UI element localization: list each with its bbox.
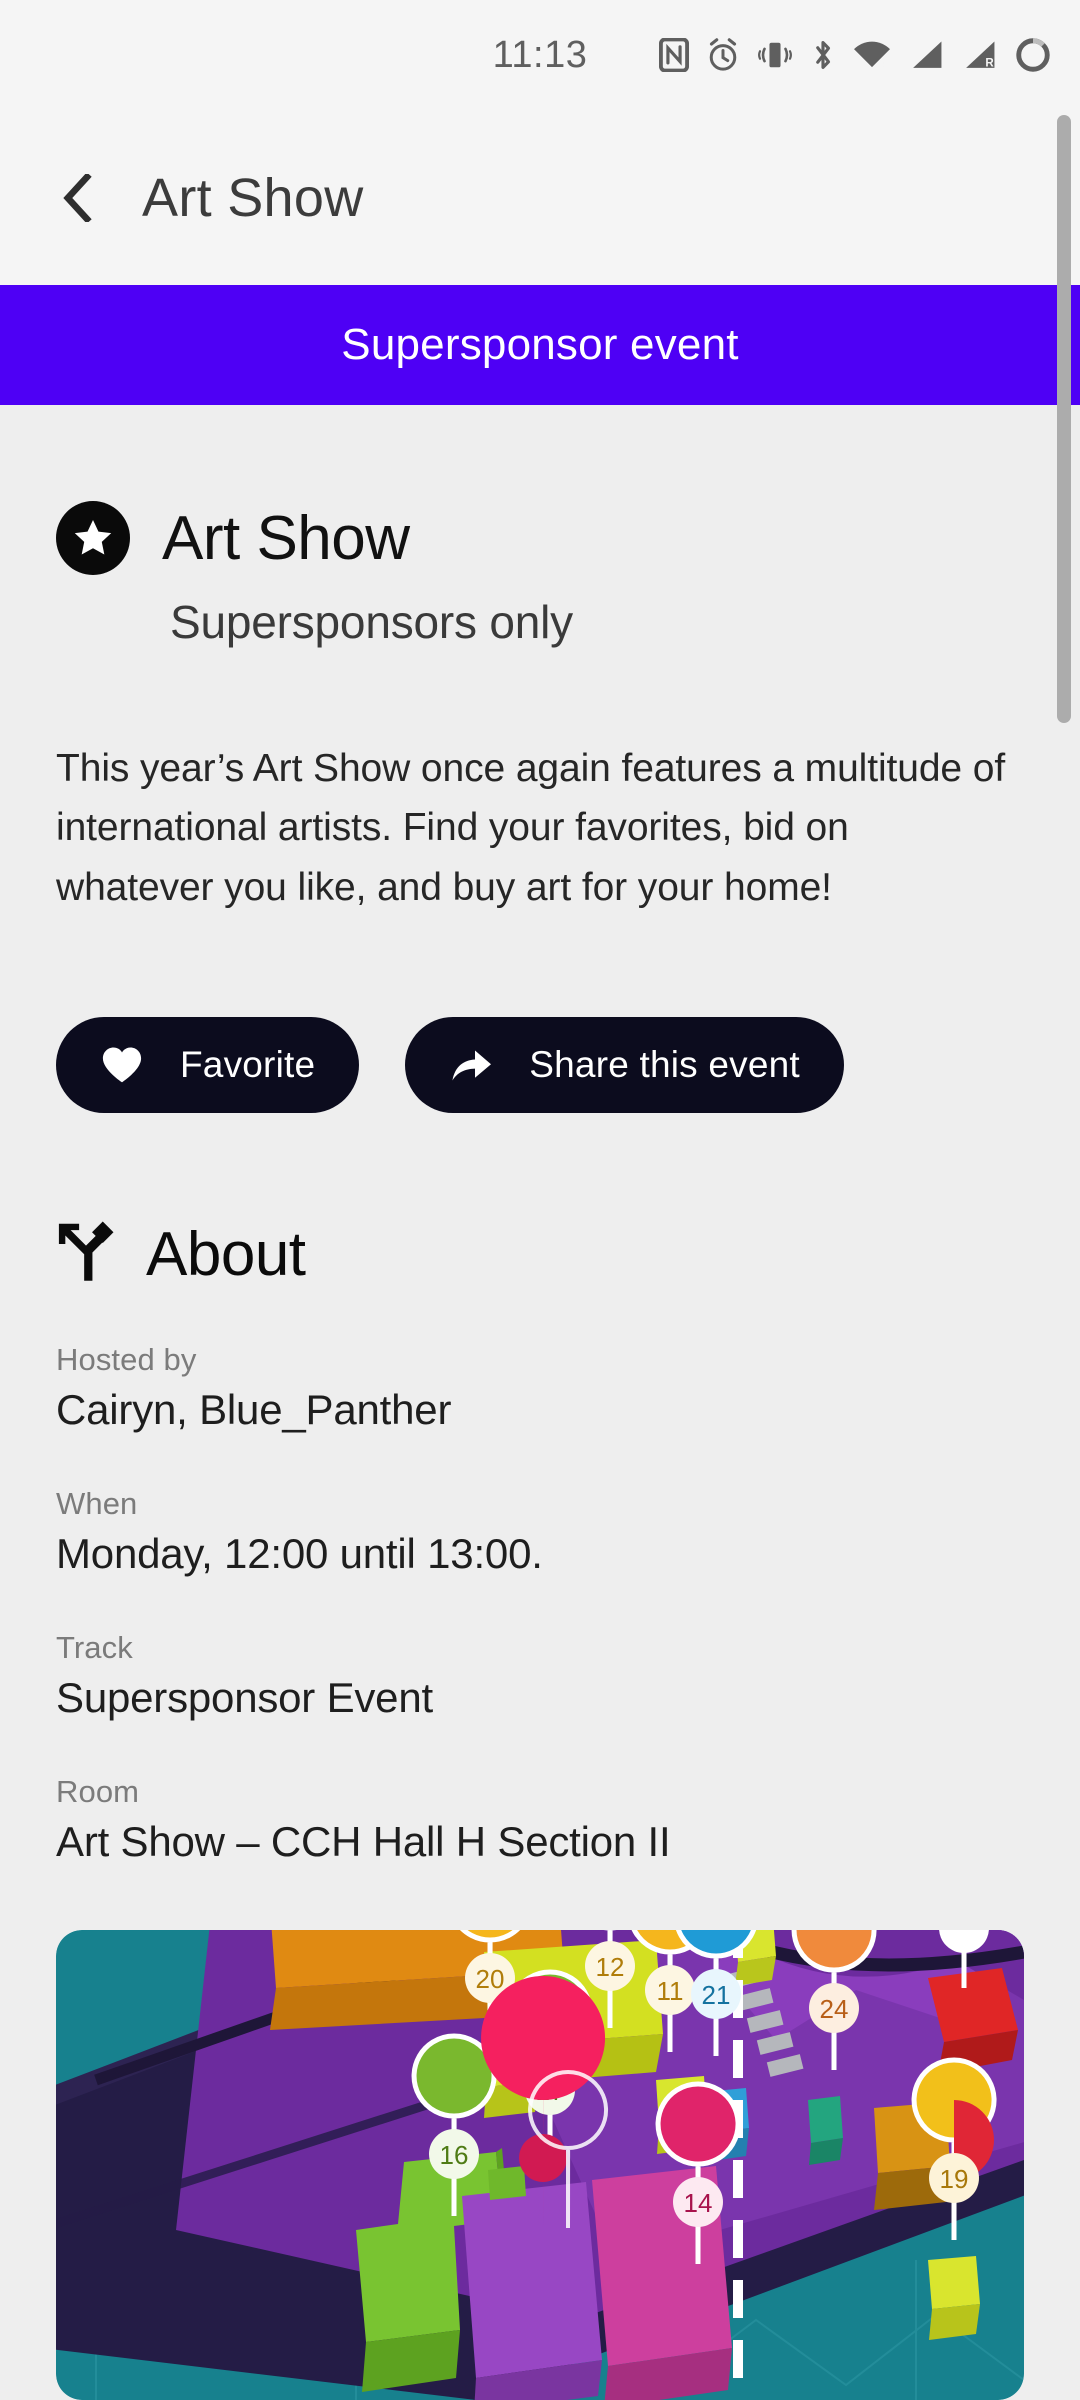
field-label: When: [56, 1485, 138, 1521]
svg-text:12: 12: [596, 1952, 625, 1982]
svg-text:16: 16: [440, 2140, 469, 2170]
status-bar: 11:13 R: [0, 0, 1080, 110]
field-value: Monday, 12:00 until 13:00.: [56, 1529, 543, 1577]
toolbar-title: Art Show: [142, 167, 364, 228]
svg-text:21: 21: [702, 1980, 731, 2010]
supersponsor-banner: Supersponsor event: [0, 285, 1080, 405]
favorite-button[interactable]: Favorite: [56, 1016, 360, 1113]
about-field-hosted-by: Hosted by Cairyn, Blue_Panther: [56, 1342, 1080, 1434]
event-title-row: Art Show: [56, 501, 1080, 575]
svg-text:24: 24: [820, 1994, 849, 2024]
event-subtitle: Supersponsors only: [170, 596, 573, 648]
back-button[interactable]: [56, 171, 100, 225]
app-toolbar: Art Show: [0, 110, 1080, 285]
svg-text:R: R: [985, 58, 994, 70]
signal-icon: [908, 39, 944, 71]
route-fork-icon: [56, 1221, 116, 1288]
signal-roaming-icon: R: [961, 39, 997, 71]
battery-icon: [1014, 36, 1052, 74]
heart-icon: [100, 1045, 144, 1085]
status-icon-group: R: [659, 36, 1052, 74]
svg-text:19: 19: [940, 2164, 969, 2194]
about-field-room: Room Art Show – CCH Hall H Section II: [56, 1774, 1080, 1866]
vertical-scrollbar[interactable]: [1057, 115, 1071, 723]
app-screen: 11:13 R Art Show Supersponsor event Art …: [0, 0, 1080, 2400]
about-field-track: Track Supersponsor Event: [56, 1630, 1080, 1722]
nfc-icon: [659, 38, 689, 72]
share-arrow-icon: [449, 1045, 493, 1085]
wifi-icon: [853, 39, 891, 71]
field-label: Track: [56, 1629, 133, 1665]
field-value: Art Show – CCH Hall H Section II: [56, 1817, 671, 1865]
share-button-label: Share this event: [529, 1043, 800, 1085]
svg-text:14: 14: [684, 2188, 713, 2218]
star-icon: [56, 501, 130, 575]
status-clock: 11:13: [492, 33, 588, 76]
event-description: This year’s Art Show once again features…: [56, 747, 1006, 909]
share-button[interactable]: Share this event: [405, 1016, 844, 1113]
venue-map[interactable]: 20 12 11 21 24 16 14 19: [56, 1930, 1024, 2400]
favorite-button-label: Favorite: [180, 1043, 316, 1085]
svg-text:20: 20: [476, 1964, 505, 1994]
about-heading-row: About: [56, 1219, 1080, 1290]
field-label: Room: [56, 1773, 140, 1809]
field-value: Cairyn, Blue_Panther: [56, 1385, 452, 1433]
about-heading: About: [146, 1219, 306, 1289]
about-field-when: When Monday, 12:00 until 13:00.: [56, 1486, 1080, 1578]
alarm-icon: [706, 38, 740, 72]
field-value: Supersponsor Event: [56, 1673, 433, 1721]
event-action-row: Favorite Share this event: [56, 1016, 1080, 1113]
back-arrow-icon: [63, 173, 92, 222]
bluetooth-icon: [810, 38, 836, 72]
venue-map-graphic: 20 12 11 21 24 16 14 19: [56, 1930, 1024, 2400]
vibrate-icon: [757, 39, 793, 71]
field-label: Hosted by: [56, 1341, 197, 1377]
event-title: Art Show: [162, 503, 410, 573]
banner-label: Supersponsor event: [341, 320, 739, 369]
svg-text:11: 11: [657, 1976, 684, 2006]
